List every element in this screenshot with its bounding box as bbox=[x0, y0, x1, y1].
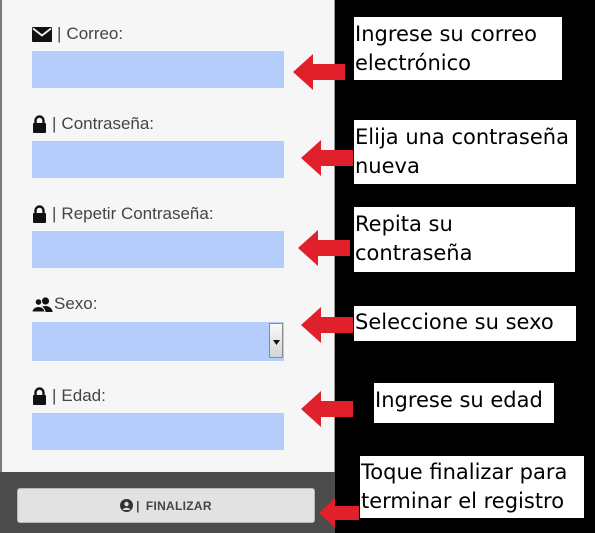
age-label: | Edad: bbox=[32, 385, 106, 407]
finalize-button-label: FINALIZAR bbox=[145, 498, 212, 513]
sex-label: Sexo: bbox=[32, 293, 97, 315]
repeat-password-input[interactable] bbox=[32, 231, 284, 268]
repeat-password-label: | Repetir Contraseña: bbox=[32, 203, 214, 225]
annotation-repeat-password: Repita su contraseña bbox=[354, 207, 575, 272]
envelope-icon bbox=[32, 26, 52, 42]
annotation-finalize: Toque finalizar para terminar el registr… bbox=[360, 456, 584, 518]
caret-down-icon bbox=[272, 332, 280, 350]
panel-left-border bbox=[0, 0, 2, 472]
email-input[interactable] bbox=[32, 51, 284, 88]
age-label-text: Edad: bbox=[61, 386, 106, 405]
password-label: | Contraseña: bbox=[32, 113, 154, 135]
users-icon bbox=[32, 296, 53, 312]
password-label-text: Contraseña: bbox=[61, 114, 155, 133]
repeat-password-label-text: Repetir Contraseña: bbox=[61, 204, 214, 223]
email-label: | Correo: bbox=[32, 23, 123, 45]
annotation-password: Elija una contraseña nueva bbox=[354, 120, 576, 184]
arrow-left-icon bbox=[293, 54, 345, 90]
annotation-age: Ingrese su edad bbox=[374, 383, 554, 423]
lock-icon bbox=[32, 204, 47, 224]
email-label-text: Correo: bbox=[66, 24, 124, 43]
lock-icon bbox=[32, 114, 47, 134]
user-circle-icon bbox=[120, 499, 134, 512]
arrow-left-icon bbox=[301, 391, 353, 427]
finalize-button[interactable]: | FINALIZAR bbox=[17, 488, 315, 523]
password-input[interactable] bbox=[32, 141, 284, 178]
age-input[interactable] bbox=[32, 413, 284, 450]
arrow-left-icon bbox=[301, 140, 353, 176]
arrow-left-icon bbox=[319, 498, 359, 528]
lock-icon bbox=[32, 386, 47, 406]
sex-label-text: Sexo: bbox=[54, 294, 98, 313]
arrow-left-icon bbox=[301, 307, 353, 343]
annotation-email: Ingrese su correo electrónico bbox=[354, 17, 562, 80]
arrow-left-icon bbox=[298, 230, 350, 266]
sex-select-dropdown-button[interactable] bbox=[269, 323, 283, 358]
annotation-sex: Seleccione su sexo bbox=[354, 306, 576, 341]
sex-select[interactable] bbox=[32, 322, 284, 361]
